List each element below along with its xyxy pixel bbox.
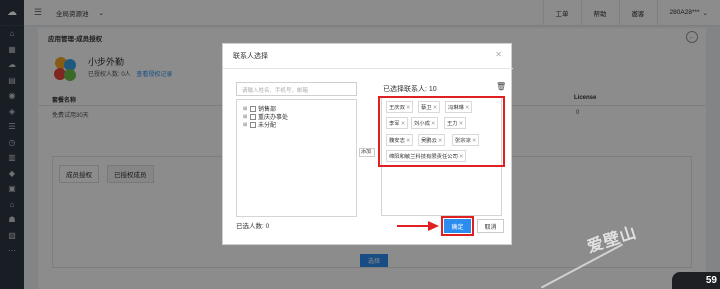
selected-contacts-highlight [378,96,505,167]
annotation-arrow-icon [397,221,439,231]
close-icon[interactable]: ✕ [495,50,502,59]
expand-plus-icon[interactable]: ⊞ [243,122,248,128]
trash-icon[interactable]: 🗑 [496,82,506,91]
expand-plus-icon[interactable]: ⊞ [243,106,248,112]
tree-node-label: 未分配 [258,123,277,129]
selected-contacts-label: 已选择联系人: 10 [383,86,437,93]
selected-people-count: 已选人数: 0 [236,223,270,230]
speed-badge: 59 [672,272,720,289]
cancel-button[interactable]: 取消 [477,219,504,233]
expand-plus-icon[interactable]: ⊞ [243,114,248,120]
divider [223,68,513,69]
org-tree: ⊞ 销售部 ⊞ 重庆办事处 ⊞ 未分配 [236,99,357,217]
dialog-title: 联系人选择 [233,53,268,60]
add-button[interactable]: 添加 [359,148,375,157]
checkbox[interactable] [250,121,256,128]
checkbox[interactable] [250,105,256,112]
confirm-button[interactable]: 确定 [444,219,471,233]
checkbox[interactable] [250,113,256,120]
search-input[interactable]: 请输入姓名、手机号、邮箱 [236,82,357,96]
contact-select-dialog: 联系人选择 ✕ 请输入姓名、手机号、邮箱 ⊞ 销售部 ⊞ 重庆办事处 ⊞ 未分配… [222,43,513,245]
tree-node[interactable]: ⊞ 未分配 [243,120,276,129]
